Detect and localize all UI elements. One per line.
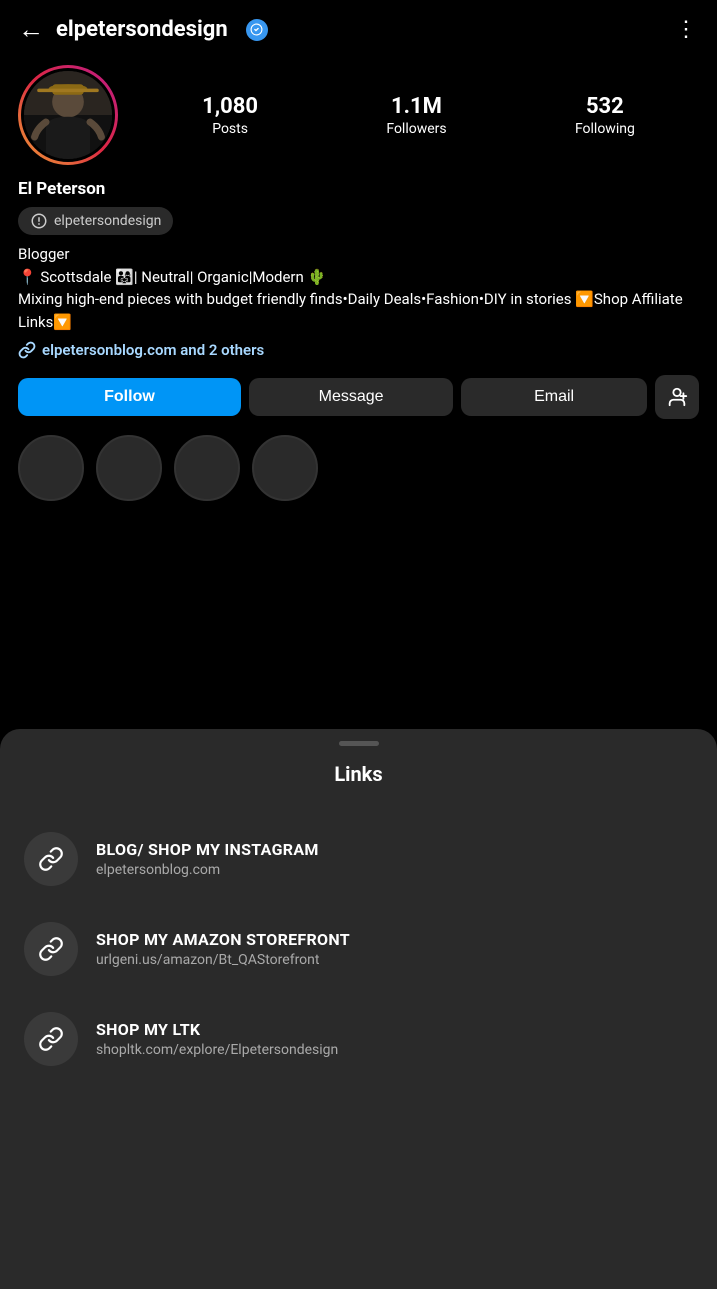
profile-top: 1,080 Posts 1.1M Followers 532 Following — [18, 65, 699, 165]
link-item-url: shopltk.com/explore/Elpetersondesign — [96, 1042, 338, 1058]
link-item-title: BLOG/ SHOP MY INSTAGRAM — [96, 840, 319, 859]
link-item[interactable]: SHOP MY LTK shopltk.com/explore/Elpeters… — [0, 994, 717, 1084]
header-left: ← elpetersondesign — [18, 14, 268, 45]
followers-label: Followers — [386, 121, 446, 137]
add-person-icon — [666, 386, 688, 408]
link-text: elpetersonblog.com and 2 others — [42, 341, 264, 359]
bio-line2: 📍 Scottsdale 👨‍👩‍👧| Neutral| Organic|Mod… — [18, 266, 699, 289]
posts-stat[interactable]: 1,080 Posts — [202, 94, 258, 137]
link-item[interactable]: SHOP MY AMAZON STOREFRONT urlgeni.us/ama… — [0, 904, 717, 994]
sheet-title: Links — [0, 762, 717, 786]
verified-icon — [246, 19, 268, 41]
link-item[interactable]: BLOG/ SHOP MY INSTAGRAM elpetersonblog.c… — [0, 814, 717, 904]
sheet-handle — [0, 729, 717, 762]
action-buttons: Follow Message Email — [18, 375, 699, 419]
header-username: elpetersondesign — [56, 17, 228, 42]
email-button[interactable]: Email — [461, 378, 647, 416]
threads-handle: elpetersondesign — [54, 213, 161, 229]
posts-count: 1,080 — [202, 94, 258, 119]
chain-link-icon — [38, 1026, 64, 1052]
link-text-content: SHOP MY LTK shopltk.com/explore/Elpeters… — [96, 1020, 338, 1058]
link-text-content: SHOP MY AMAZON STOREFRONT urlgeni.us/ama… — [96, 930, 350, 968]
posts-label: Posts — [212, 121, 248, 137]
story-item[interactable] — [96, 435, 162, 501]
link-icon — [18, 341, 36, 359]
drag-handle — [339, 741, 379, 746]
display-name: El Peterson — [18, 179, 699, 199]
followers-count: 1.1M — [391, 94, 442, 119]
links-bottom-sheet: Links BLOG/ SHOP MY INSTAGRAM elpeterson… — [0, 729, 717, 1289]
more-options-button[interactable]: ⋮ — [675, 17, 699, 42]
threads-icon — [30, 212, 48, 230]
following-label: Following — [575, 121, 635, 137]
profile-link[interactable]: elpetersonblog.com and 2 others — [18, 341, 699, 359]
bio-line1: Blogger — [18, 243, 699, 266]
follow-button[interactable]: Follow — [18, 378, 241, 416]
story-item[interactable] — [252, 435, 318, 501]
chain-link-icon — [38, 936, 64, 962]
bio-text: Blogger 📍 Scottsdale 👨‍👩‍👧| Neutral| Org… — [18, 243, 699, 333]
link-icon-wrapper — [24, 832, 78, 886]
add-friend-button[interactable] — [655, 375, 699, 419]
story-item[interactable] — [18, 435, 84, 501]
message-button[interactable]: Message — [249, 378, 453, 416]
stories-row — [0, 435, 717, 513]
threads-badge[interactable]: elpetersondesign — [18, 207, 173, 235]
link-icon-wrapper — [24, 922, 78, 976]
link-item-url: urlgeni.us/amazon/Bt_QAStorefront — [96, 952, 350, 968]
following-stat[interactable]: 532 Following — [575, 94, 635, 137]
stats-row: 1,080 Posts 1.1M Followers 532 Following — [138, 94, 699, 137]
story-item[interactable] — [174, 435, 240, 501]
link-icon-wrapper — [24, 1012, 78, 1066]
link-item-title: SHOP MY LTK — [96, 1020, 338, 1039]
bio-line3: Mixing high-end pieces with budget frien… — [18, 288, 699, 333]
link-text-content: BLOG/ SHOP MY INSTAGRAM elpetersonblog.c… — [96, 840, 319, 878]
chain-link-icon — [38, 846, 64, 872]
link-item-url: elpetersonblog.com — [96, 862, 319, 878]
following-count: 532 — [586, 94, 624, 119]
header: ← elpetersondesign ⋮ — [0, 0, 717, 55]
avatar[interactable] — [18, 65, 118, 165]
back-button[interactable]: ← — [18, 14, 44, 45]
profile-section: 1,080 Posts 1.1M Followers 532 Following… — [0, 55, 717, 419]
avatar-image — [21, 68, 115, 162]
link-item-title: SHOP MY AMAZON STOREFRONT — [96, 930, 350, 949]
followers-stat[interactable]: 1.1M Followers — [386, 94, 446, 137]
